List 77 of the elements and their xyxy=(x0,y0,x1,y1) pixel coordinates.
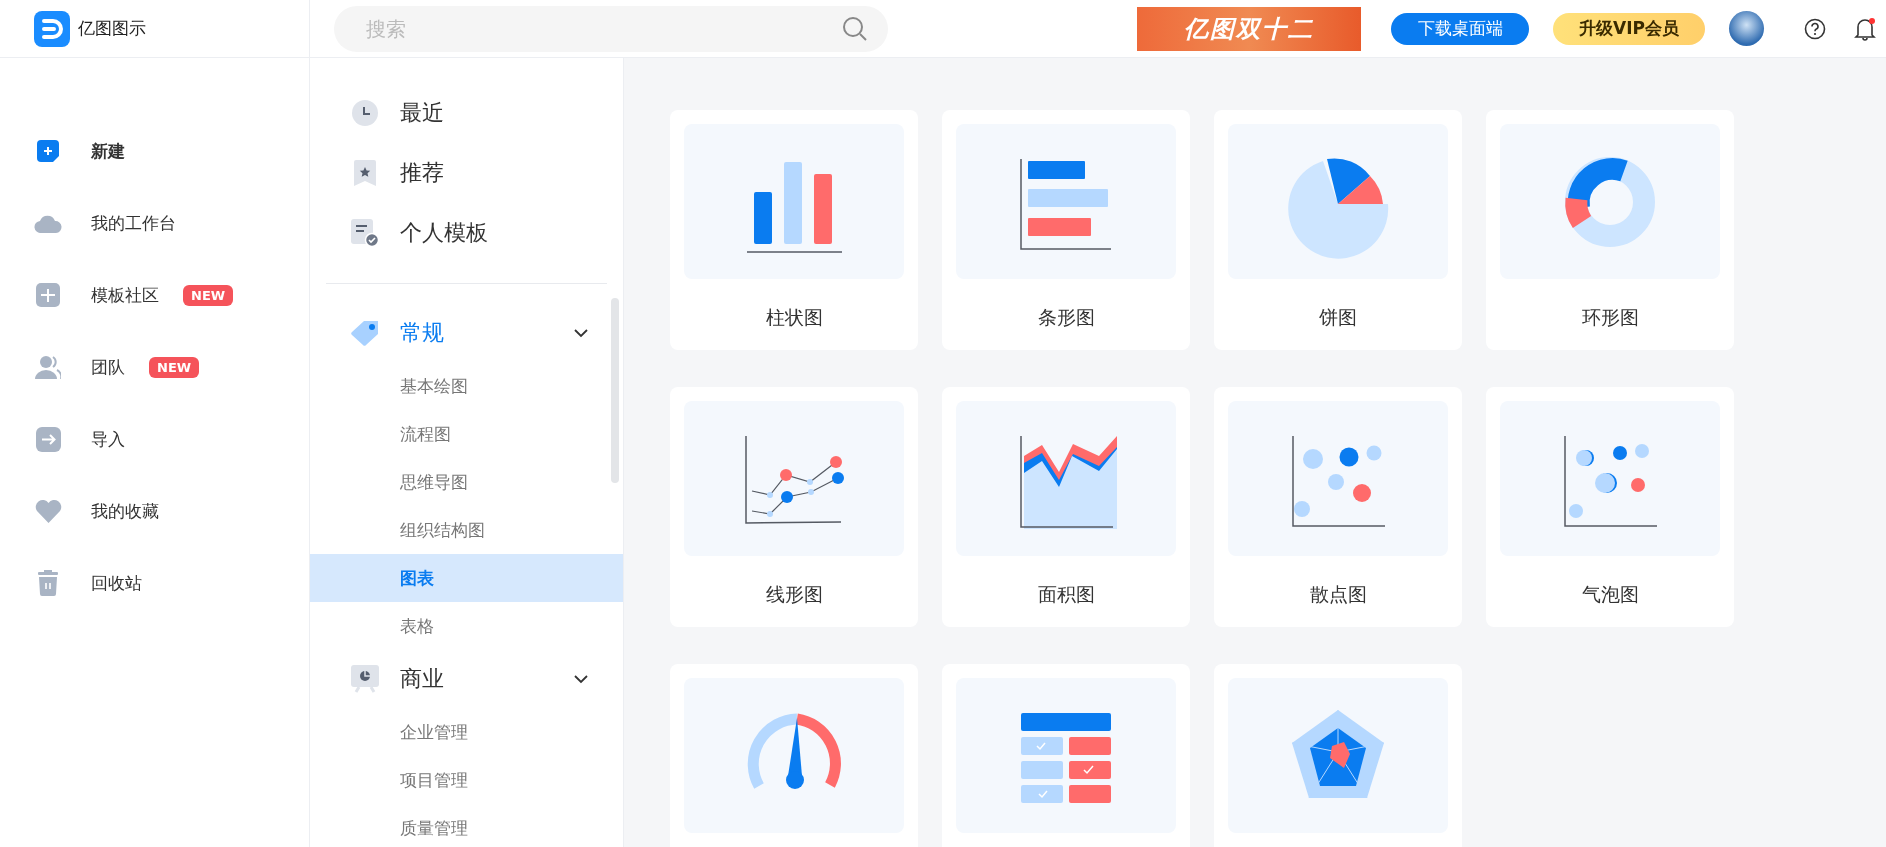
help-icon[interactable] xyxy=(1804,17,1826,40)
sidebar-label: 我的工作台 xyxy=(91,211,176,235)
category-item[interactable]: 个人模板 xyxy=(310,203,623,263)
template-label: 面积图 xyxy=(1037,582,1095,607)
new-badge: NEW xyxy=(149,356,200,378)
template-icon xyxy=(36,283,60,307)
category-item[interactable]: 推荐 xyxy=(310,143,623,203)
presentation-board-icon xyxy=(351,665,379,693)
sidebar-label: 回收站 xyxy=(91,571,142,595)
chart-template-card[interactable]: 气泡图 xyxy=(1486,387,1734,627)
trash-icon xyxy=(36,570,60,596)
subcategory-item[interactable]: 思维导图 xyxy=(310,458,623,506)
heart-icon xyxy=(34,499,62,523)
sidebar-label: 新建 xyxy=(91,139,125,163)
group-label: 常规 xyxy=(400,319,445,347)
sidebar-item[interactable]: 导入 xyxy=(0,403,309,475)
sidebar-item[interactable]: 回收站 xyxy=(0,547,309,619)
sidebar-label: 导入 xyxy=(91,427,125,451)
sidebar-item[interactable]: 我的收藏 xyxy=(0,475,309,547)
chart-template-card[interactable]: 散点图 xyxy=(1214,387,1462,627)
template-label: 柱状图 xyxy=(765,305,823,330)
chart-template-card[interactable]: 条形图 xyxy=(942,110,1190,350)
category-label: 个人模板 xyxy=(400,219,488,247)
sidebar-label: 模板社区 xyxy=(91,283,159,307)
template-label: 气泡图 xyxy=(1581,582,1639,607)
app-logo-icon xyxy=(34,10,70,47)
category-group-header[interactable]: 常规 xyxy=(310,304,623,362)
category-label: 推荐 xyxy=(400,159,444,187)
chevron-icon[interactable] xyxy=(573,328,589,338)
tag-icon xyxy=(350,320,380,346)
template-label: 线形图 xyxy=(765,582,823,607)
app-name: 亿图图示 xyxy=(78,17,146,40)
sidebar-label: 团队 xyxy=(91,355,125,379)
vip-upgrade-button[interactable]: 升级VIP会员 xyxy=(1553,12,1705,45)
chevron-icon[interactable] xyxy=(573,674,589,684)
chart-template-card[interactable] xyxy=(670,664,918,847)
bookmark-star-icon xyxy=(354,160,376,186)
subcategory-item[interactable]: 企业管理 xyxy=(310,708,623,756)
download-button[interactable]: 下载桌面端 xyxy=(1391,12,1529,45)
search-icon[interactable] xyxy=(842,15,868,42)
template-label: 环形图 xyxy=(1581,305,1639,330)
category-item[interactable]: 最近 xyxy=(310,83,623,143)
chart-template-card[interactable]: 面积图 xyxy=(942,387,1190,627)
chart-template-card[interactable]: 环形图 xyxy=(1486,110,1734,350)
document-check-icon xyxy=(351,219,379,247)
scrollbar[interactable] xyxy=(611,298,619,483)
new-badge: NEW xyxy=(183,284,234,306)
user-avatar[interactable] xyxy=(1729,11,1764,46)
new-file-icon xyxy=(37,140,59,162)
subcategory-item[interactable]: 项目管理 xyxy=(310,756,623,804)
sidebar-item[interactable]: 我的工作台 xyxy=(0,187,309,259)
clock-icon xyxy=(352,100,378,126)
sidebar-item[interactable]: 模板社区 NEW xyxy=(0,259,309,331)
subcategory-item[interactable]: 组织结构图 xyxy=(310,506,623,554)
sidebar-label: 我的收藏 xyxy=(91,499,159,523)
import-icon xyxy=(35,426,61,452)
group-label: 商业 xyxy=(400,665,445,693)
subcategory-item[interactable]: 基本绘图 xyxy=(310,362,623,410)
sidebar-item[interactable]: 团队 NEW xyxy=(0,331,309,403)
chart-template-card[interactable] xyxy=(1214,664,1462,847)
category-group-header[interactable]: 商业 xyxy=(310,650,623,708)
sidebar-item[interactable]: 新建 xyxy=(0,115,309,187)
subcategory-item[interactable]: 表格 xyxy=(310,602,623,650)
subcategory-item[interactable]: 流程图 xyxy=(310,410,623,458)
category-label: 最近 xyxy=(400,99,444,127)
chart-template-card[interactable]: 线形图 xyxy=(670,387,918,627)
chart-template-card[interactable] xyxy=(942,664,1190,847)
chart-template-card[interactable]: 柱状图 xyxy=(670,110,918,350)
search-field[interactable]: 搜索 xyxy=(334,5,888,52)
template-label: 饼图 xyxy=(1319,305,1357,330)
subcategory-item[interactable]: 质量管理 xyxy=(310,804,623,847)
chart-template-card[interactable]: 饼图 xyxy=(1214,110,1462,350)
template-label: 条形图 xyxy=(1037,305,1095,330)
cloud-icon xyxy=(34,213,62,233)
notification-bell-icon[interactable] xyxy=(1854,16,1876,41)
team-icon xyxy=(35,355,61,379)
template-label: 散点图 xyxy=(1309,582,1367,607)
